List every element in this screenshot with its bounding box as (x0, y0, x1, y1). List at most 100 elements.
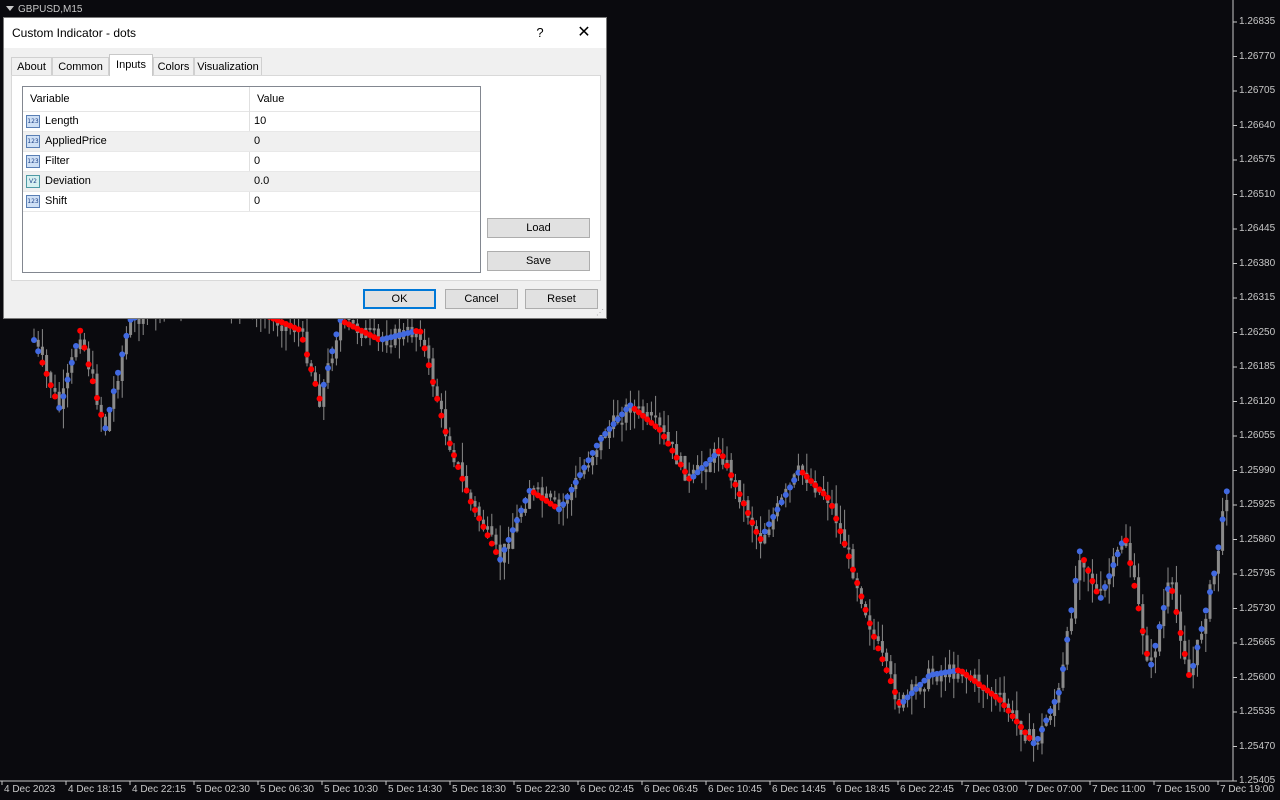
dot-down (757, 535, 764, 542)
cancel-button[interactable]: Cancel (445, 289, 518, 309)
dot-up (497, 556, 504, 563)
candle-body (36, 339, 40, 347)
time-label: 6 Dec 22:45 (900, 784, 954, 795)
help-button[interactable]: ? (528, 22, 552, 44)
header-value[interactable]: Value (257, 93, 284, 105)
dot-up (1156, 623, 1163, 630)
dot-down (493, 549, 499, 555)
tab-common[interactable]: Common (52, 57, 109, 75)
tab-colors[interactable]: Colors (153, 57, 194, 75)
tab-inputs[interactable]: Inputs (109, 54, 153, 76)
variable-value[interactable]: 10 (254, 115, 266, 127)
variable-value[interactable]: 0 (254, 195, 260, 207)
candle-body (91, 369, 95, 374)
resize-grip-icon[interactable]: ⋰ (596, 308, 604, 317)
time-label: 5 Dec 14:30 (388, 784, 442, 795)
tab-visualization[interactable]: Visualization (194, 57, 262, 75)
dot-up (1047, 708, 1054, 715)
input-row-shift[interactable]: 123 Shift 0 (23, 192, 480, 212)
candle-body (53, 388, 57, 392)
load-button[interactable]: Load (487, 218, 590, 238)
dot-up (1102, 584, 1108, 590)
dot-down (837, 528, 844, 535)
time-label: 4 Dec 2023 (4, 784, 56, 795)
dot-down (887, 678, 894, 685)
dot-down (81, 344, 88, 351)
variable-value[interactable]: 0 (254, 155, 260, 167)
dot-up (1060, 666, 1066, 672)
price-label: 1.26250 (1239, 326, 1276, 338)
dot-down (736, 491, 743, 498)
dot-up (522, 497, 529, 504)
chart-menu-triangle-icon[interactable] (6, 6, 14, 11)
dot-up (774, 506, 781, 513)
close-button[interactable]: ✕ (570, 22, 598, 44)
dot-up (766, 521, 772, 528)
dot-down (1177, 630, 1184, 636)
price-label: 1.26640 (1239, 119, 1276, 131)
price-label: 1.25535 (1239, 706, 1276, 717)
double-icon: V2 (26, 175, 40, 188)
time-label: 6 Dec 10:45 (708, 784, 762, 795)
dot-down (661, 433, 667, 440)
ok-button[interactable]: OK (363, 289, 436, 309)
dialog-titlebar[interactable]: Custom Indicator - dots ? ✕ (4, 18, 606, 48)
price-label: 1.26120 (1239, 395, 1276, 407)
reset-button[interactable]: Reset (525, 289, 598, 309)
variable-value[interactable]: 0 (254, 135, 260, 147)
candle-body (1065, 631, 1069, 665)
dot-up (320, 381, 327, 388)
dot-down (841, 540, 848, 547)
dot-up (593, 442, 600, 449)
save-button[interactable]: Save (487, 251, 590, 271)
candle-body (549, 493, 553, 498)
variable-value[interactable]: 0.0 (254, 175, 269, 187)
dot-down (719, 453, 726, 460)
dot-down (871, 633, 877, 640)
input-row-deviation[interactable]: V2 Deviation 0.0 (23, 172, 480, 192)
header-variable[interactable]: Variable (30, 93, 70, 105)
candle-body (847, 547, 851, 550)
time-label: 4 Dec 22:15 (132, 784, 186, 795)
dot-up (119, 351, 126, 358)
dot-up (1194, 644, 1201, 651)
candle-body (1204, 618, 1208, 634)
price-label: 1.26705 (1239, 85, 1276, 96)
candle-body (1149, 657, 1153, 661)
candle-body (620, 422, 624, 425)
dot-down (480, 523, 487, 530)
time-label: 6 Dec 06:45 (644, 784, 698, 795)
time-label: 5 Dec 18:30 (452, 784, 506, 795)
candle-body (1011, 710, 1015, 714)
dot-down (1022, 729, 1029, 736)
dot-down (997, 697, 1003, 703)
dot-down (304, 351, 310, 358)
input-row-filter[interactable]: 123 Filter 0 (23, 152, 480, 172)
dot-down (1139, 628, 1146, 635)
dot-up (585, 457, 592, 464)
candle-body (922, 689, 926, 692)
dot-down (488, 540, 495, 547)
symbol-text: GBPUSD,M15 (18, 4, 83, 15)
dialog-title: Custom Indicator - dots (12, 26, 137, 40)
candle-body (696, 465, 700, 470)
dot-up (1068, 607, 1075, 614)
dot-up (31, 337, 37, 343)
time-label: 6 Dec 18:45 (836, 784, 890, 795)
dot-down (854, 580, 861, 587)
input-row-appliedprice[interactable]: 123 AppliedPrice 0 (23, 132, 480, 152)
candle-body (885, 652, 889, 662)
dot-down (829, 503, 835, 509)
dot-down (472, 507, 478, 513)
dot-up (770, 513, 777, 520)
dot-down (673, 454, 680, 461)
dot-up (564, 494, 571, 501)
candle-body (116, 380, 120, 390)
tab-about[interactable]: About (11, 57, 52, 75)
input-row-length[interactable]: 123 Length 10 (23, 112, 480, 132)
dot-up (68, 359, 75, 366)
dot-down (866, 620, 873, 627)
inputs-grid[interactable]: Variable Value 123 Length 10 123 Applied… (22, 86, 481, 273)
dot-up (572, 479, 579, 486)
candle-body (1002, 692, 1006, 704)
